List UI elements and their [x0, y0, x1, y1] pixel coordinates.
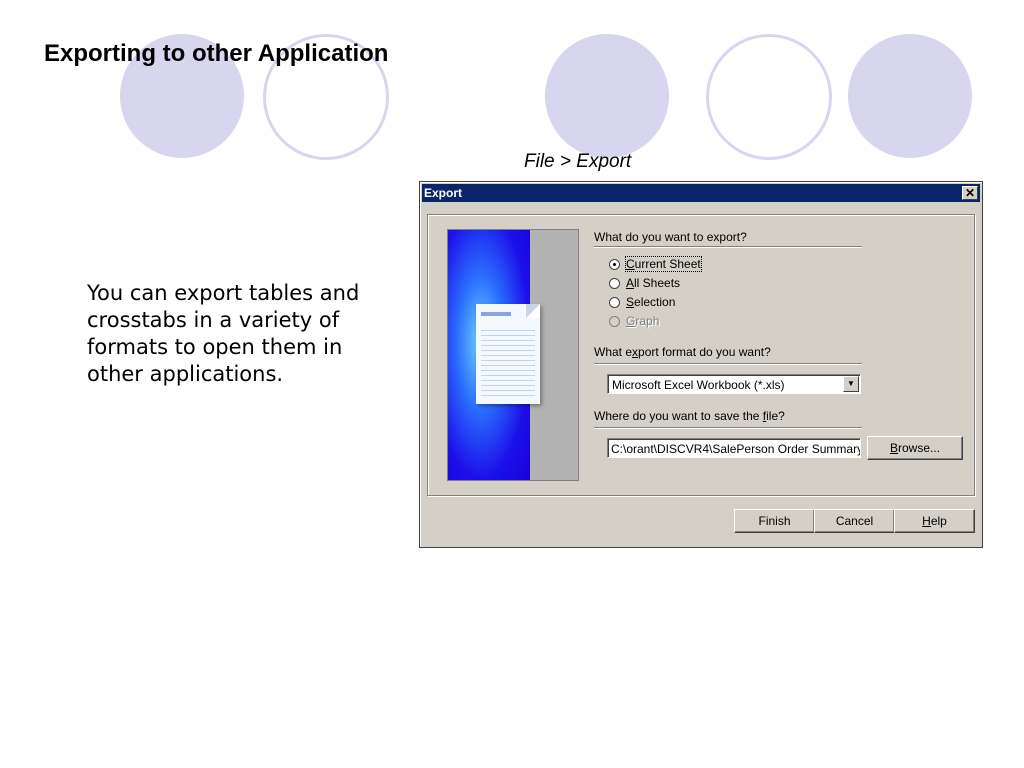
separator: [594, 246, 862, 248]
export-dialog: Export ✕ What do you want to export? Cur…: [419, 181, 983, 548]
save-location-label: Where do you want to save the file?: [594, 409, 785, 423]
export-what-label: What do you want to export?: [594, 230, 747, 244]
radio-button[interactable]: [609, 296, 620, 308]
export-format-select[interactable]: Microsoft Excel Workbook (*.xls) ▼: [607, 374, 861, 394]
radio-label-current-sheet: Current Sheet: [625, 256, 702, 272]
file-path-value: C:\orant\DISCVR4\SalePerson Order Summar…: [611, 442, 861, 456]
radio-button-disabled: [609, 315, 620, 327]
finish-button[interactable]: Finish: [734, 509, 815, 533]
dialog-title: Export: [424, 186, 463, 200]
radio-selection[interactable]: Selection: [609, 293, 675, 311]
radio-button[interactable]: [609, 277, 620, 289]
decor-circle-filled-2: [545, 34, 669, 158]
radio-all-sheets[interactable]: All Sheets: [609, 274, 680, 292]
separator: [594, 427, 862, 429]
radio-label-graph: Graph: [626, 314, 660, 328]
decor-circle-filled-3: [848, 34, 972, 158]
decor-circle-ring-2: [706, 34, 832, 160]
chevron-down-icon[interactable]: ▼: [843, 376, 859, 392]
slide-body-text: You can export tables and crosstabs in a…: [87, 281, 360, 386]
radio-label-selection: Selection: [626, 295, 676, 309]
help-button[interactable]: Help: [894, 509, 975, 533]
export-wizard-illustration: [447, 229, 579, 481]
dialog-titlebar[interactable]: Export ✕: [422, 184, 980, 202]
radio-graph: Graph: [609, 312, 659, 330]
menu-path-caption: File > Export: [524, 151, 632, 172]
export-format-value: Microsoft Excel Workbook (*.xls): [612, 378, 785, 392]
radio-button-checked[interactable]: [609, 258, 620, 270]
radio-label-all-sheets: All Sheets: [626, 276, 681, 290]
radio-current-sheet[interactable]: Current Sheet: [609, 255, 702, 273]
slide-title: Exporting to other Application: [44, 40, 389, 67]
export-format-label: What export format do you want?: [594, 345, 771, 359]
close-icon[interactable]: ✕: [962, 186, 978, 200]
file-path-input[interactable]: C:\orant\DISCVR4\SalePerson Order Summar…: [607, 438, 861, 458]
cancel-button[interactable]: Cancel: [814, 509, 895, 533]
separator: [594, 363, 862, 365]
browse-button[interactable]: Browse...: [867, 436, 963, 460]
document-icon: [476, 304, 540, 404]
